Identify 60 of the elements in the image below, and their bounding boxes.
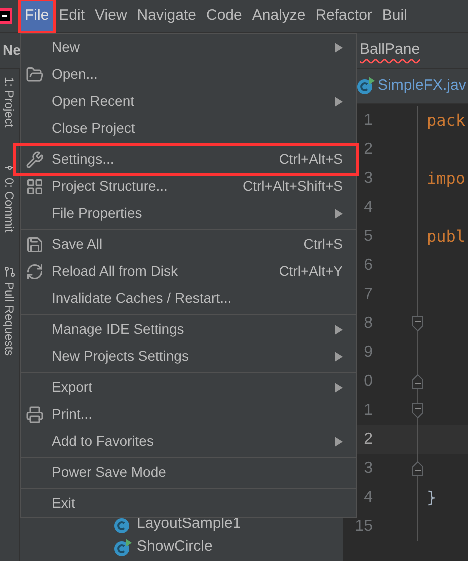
line-number: 1 bbox=[364, 402, 373, 418]
code-text: } bbox=[426, 486, 437, 508]
panel-title: Ne bbox=[2, 41, 21, 60]
menu-item[interactable]: Print... bbox=[21, 401, 356, 428]
tool-window-tab[interactable]: 0: Commit bbox=[0, 178, 18, 232]
line-number: 3 bbox=[364, 460, 373, 476]
menu-bar-item[interactable]: View bbox=[90, 0, 132, 32]
folder-icon bbox=[26, 66, 44, 84]
tool-window-icon bbox=[4, 266, 16, 278]
menu-bar-item[interactable]: Edit bbox=[54, 0, 90, 32]
tool-window-tab[interactable]: 1: Project bbox=[0, 77, 18, 128]
menu-bar-item[interactable]: File bbox=[20, 0, 54, 32]
line-number: 7 bbox=[364, 286, 373, 302]
menu-item[interactable]: Exit bbox=[21, 490, 356, 517]
code-text: publ bbox=[426, 226, 466, 248]
line-number: 9 bbox=[364, 344, 373, 360]
line-number: 15 bbox=[355, 518, 373, 534]
menu-item[interactable]: New Projects Settings bbox=[21, 343, 356, 370]
line-number: 2 bbox=[364, 140, 373, 158]
line-number: 1 bbox=[364, 112, 373, 128]
menu-bar-item[interactable]: Refactor bbox=[310, 0, 378, 32]
line-number: 8 bbox=[364, 314, 373, 332]
menu-item[interactable]: New bbox=[21, 34, 356, 61]
line-number: 5 bbox=[364, 228, 373, 244]
menu-item[interactable]: Reload All from Disk Ctrl+Alt+Y bbox=[21, 258, 356, 285]
line-number: 4 bbox=[364, 198, 373, 216]
menu-item[interactable]: Invalidate Caches / Restart... bbox=[21, 285, 356, 312]
shortcut-text: Ctrl+Alt+Y bbox=[279, 262, 343, 281]
menu-item[interactable]: Power Save Mode bbox=[21, 459, 356, 486]
menu-item[interactable]: Project Structure... Ctrl+Alt+Shift+S bbox=[21, 173, 356, 200]
reload-icon bbox=[26, 262, 44, 280]
wrench-icon bbox=[26, 150, 44, 168]
menu-item[interactable]: Manage IDE Settings bbox=[21, 316, 356, 343]
line-number: 0 bbox=[364, 372, 373, 390]
tool-window-tab[interactable]: Pull Requests bbox=[0, 282, 18, 356]
menu-item[interactable]: Export bbox=[21, 374, 356, 401]
grid-icon bbox=[26, 178, 44, 196]
line-number: 6 bbox=[364, 256, 373, 274]
menu-bar-item[interactable]: Navigate bbox=[132, 0, 202, 32]
line-number: 3 bbox=[364, 170, 373, 186]
printer-icon bbox=[26, 406, 44, 424]
line-number: 2 bbox=[364, 430, 373, 448]
tree-item[interactable]: ShowCircle bbox=[137, 536, 213, 559]
menu-item[interactable]: Add to Favorites bbox=[21, 428, 356, 455]
code-text: pack bbox=[426, 110, 466, 132]
menu-item[interactable]: File Properties bbox=[21, 200, 356, 227]
menu-bar-item[interactable]: Analyze bbox=[247, 0, 311, 32]
menu-item[interactable]: Close Project bbox=[21, 115, 356, 142]
line-number: 4 bbox=[364, 488, 373, 506]
menu-item[interactable]: Save All Ctrl+S bbox=[21, 231, 356, 258]
app-logo-icon bbox=[0, 8, 12, 24]
menu-item[interactable]: Open... bbox=[21, 61, 356, 88]
shortcut-text: Ctrl+Alt+Shift+S bbox=[243, 177, 343, 196]
menu-item[interactable]: Settings... Ctrl+Alt+S bbox=[16, 146, 356, 173]
menu-bar-item[interactable]: Buil bbox=[377, 0, 412, 32]
shortcut-text: Ctrl+Alt+S bbox=[279, 150, 343, 169]
shortcut-text: Ctrl+S bbox=[304, 235, 343, 254]
menu-item[interactable]: Open Recent bbox=[21, 88, 356, 115]
code-text: impo bbox=[426, 168, 466, 190]
menu-bar-item[interactable]: Code bbox=[201, 0, 248, 32]
